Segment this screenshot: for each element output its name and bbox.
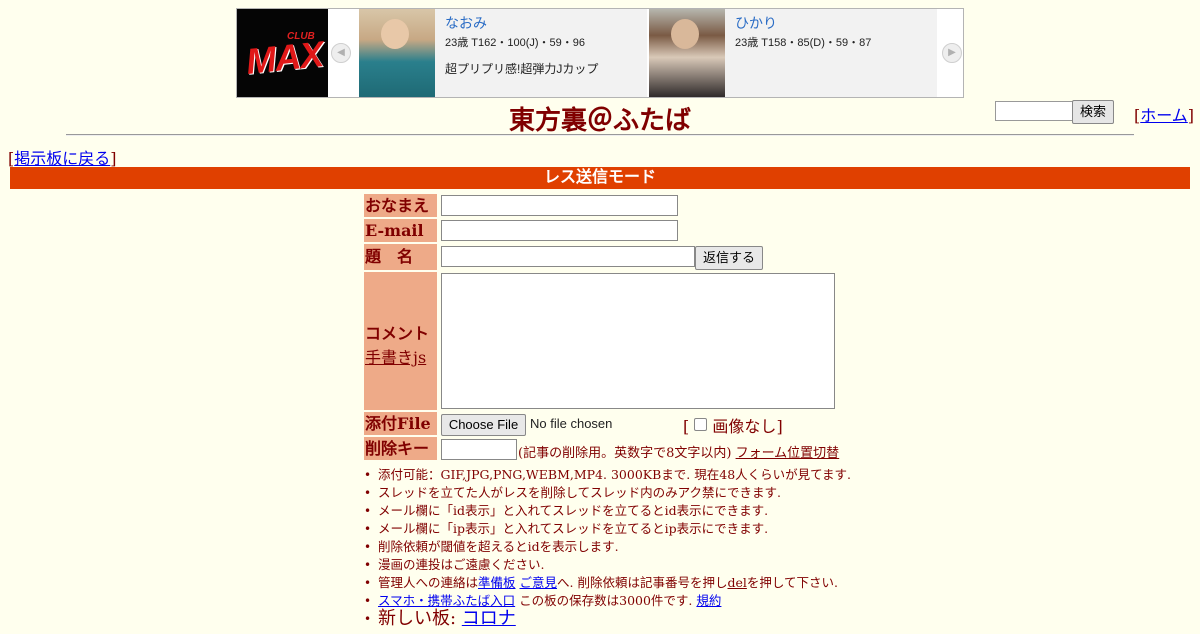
home-link[interactable]: ホーム [1140,106,1188,125]
search-button[interactable]: 検索 [1072,100,1114,124]
banner-next-arrow-icon[interactable]: ▶ [942,43,962,63]
comment-label: コメント [365,324,430,343]
switch-form-position-link[interactable]: フォーム位置切替 [736,446,840,461]
profile-photo[interactable] [649,9,725,97]
no-image-option[interactable]: [ 画像なし] [683,413,783,437]
note-item: メール欄に「id表示」と入れてスレッドを立てるとid表示にできます. [364,502,851,520]
note-text: へ. 削除依頼は記事番号を押し [557,575,728,590]
delkey-label: 削除キー [364,437,437,460]
submit-reply-button[interactable]: 返信する [695,246,763,270]
prep-board-link[interactable]: 準備板 [478,575,516,590]
rules-link[interactable]: 規約 [696,593,721,608]
delkey-note: (記事の削除用。英数字で8文字以内) [518,446,732,461]
tegaki-link[interactable]: 手書きjs [365,348,426,367]
note-text: 削除依頼が閾値を超えるとidを表示します. [378,539,619,554]
note-text: 漫画の連投はご遠慮ください. [378,557,545,572]
note-item: 削除依頼が閾値を超えるとidを表示します. [364,538,851,556]
home-link-wrapper: [ホーム] [1134,106,1195,125]
comment-label-cell: コメント 手書きjs [364,272,437,410]
note-item: 管理人への連絡は準備板 ご意見へ. 削除依頼は記事番号を押しdelを押して下さい… [364,574,851,592]
note-text: 管理人への連絡は [378,575,479,590]
search-input[interactable] [995,101,1075,121]
profile-stats: 23歳 T162・100(J)・59・96 [445,37,586,49]
no-image-label: 画像なし [712,417,777,436]
del-link[interactable]: del [727,575,746,590]
note-item: スレッドを立てた人がレスを削除してスレッド内のみアク禁にできます. [364,484,851,502]
note-text: 新しい板: [378,608,462,629]
name-field[interactable] [441,195,678,216]
file-label: 添付File [364,412,437,435]
note-text: メール欄に「id表示」と入れてスレッドを立てるとid表示にできます. [378,503,769,518]
back-to-board-link[interactable]: 掲示板に戻る [14,149,110,168]
note-item: 漫画の連投はご遠慮ください. [364,556,851,574]
choose-file-button[interactable]: Choose File [441,414,526,436]
profile-stats: 23歳 T158・85(D)・59・87 [735,37,872,49]
profile-name[interactable]: ひかり [735,13,871,33]
email-field[interactable] [441,220,678,241]
note-text: スレッドを立てた人がレスを削除してスレッド内のみアク禁にできます. [378,485,781,500]
banner-prev-arrow-icon[interactable]: ◀ [331,43,351,63]
profile-name[interactable]: なおみ [445,13,598,33]
no-file-chosen-text: No file chosen [530,416,613,431]
note-item: 新しい板: コロナ [364,610,851,634]
banner-card-hikari[interactable]: ひかり 23歳 T158・85(D)・59・87 [649,9,937,97]
subject-field[interactable] [441,246,695,267]
note-text: メール欄に「ip表示」と入れてスレッドを立てるとip表示にできます. [378,521,769,536]
note-text: を押して下さい. [746,575,838,590]
ad-banner[interactable]: CLUB MAX ◀ なおみ 23歳 T162・100(J)・59・96 超プリ… [236,8,964,98]
back-link-wrapper: [掲示板に戻る] [8,149,117,168]
logo-max-text: MAX [244,33,325,82]
note-item: メール欄に「ip表示」と入れてスレッドを立てるとip表示にできます. [364,520,851,538]
subject-label: 題 名 [364,244,437,270]
email-label: E-mail [364,219,437,242]
delete-key-field[interactable] [441,439,517,460]
note-text: 添付可能：GIF,JPG,PNG,WEBM,MP4. 3000KBまで. 現在4… [378,467,851,482]
profile-photo[interactable] [359,9,435,97]
no-image-checkbox[interactable] [694,418,708,431]
mobile-entrance-link[interactable]: スマホ・携帯ふたば入口 [378,593,515,608]
club-max-logo[interactable]: CLUB MAX [237,9,328,97]
banner-card-naomi[interactable]: なおみ 23歳 T162・100(J)・59・96 超プリプリ感!超弾力Jカップ [359,9,647,97]
reply-mode-bar: レス送信モード [10,167,1190,189]
note-item: 添付可能：GIF,JPG,PNG,WEBM,MP4. 3000KBまで. 現在4… [364,466,851,484]
header-divider [66,134,1134,136]
feedback-link[interactable]: ご意見 [520,575,558,590]
profile-comment: 超プリプリ感!超弾力Jカップ [445,62,599,76]
comment-textarea[interactable] [441,273,835,409]
new-board-link[interactable]: コロナ [462,608,516,629]
name-label: おなまえ [364,194,437,217]
delkey-note-wrapper: (記事の削除用。英数字で8文字以内) フォーム位置切替 [518,442,839,461]
note-text: この板の保存数は3000件です. [519,593,693,608]
board-notes-list: 添付可能：GIF,JPG,PNG,WEBM,MP4. 3000KBまで. 現在4… [364,466,851,634]
